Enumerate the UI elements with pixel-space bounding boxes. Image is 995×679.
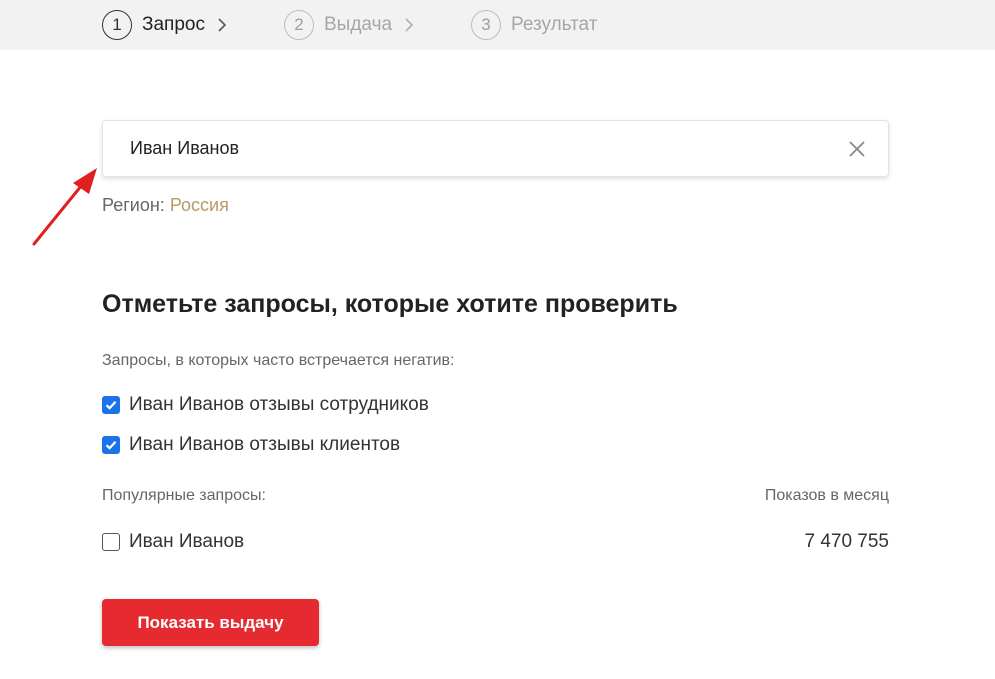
stepper: 1 Запрос 2 Выдача 3 Результат (0, 0, 995, 50)
popular-query-item[interactable]: Иван Иванов (102, 531, 244, 553)
checkbox-unchecked[interactable] (102, 533, 120, 551)
query-label: Иван Иванов (129, 531, 245, 552)
popular-queries-title: Популярные запросы: (102, 487, 266, 504)
page-title: Отметьте запросы, которые хотите провери… (102, 290, 678, 318)
region-label: Регион: (102, 195, 165, 215)
search-box (102, 120, 889, 177)
step-label: Запрос (142, 14, 205, 35)
step-label: Результат (511, 14, 598, 35)
chevron-right-icon (404, 18, 414, 32)
negative-query-item[interactable]: Иван Иванов отзывы клиентов (102, 434, 400, 456)
annotation-arrow-icon (32, 168, 97, 246)
show-results-button[interactable]: Показать выдачу (102, 599, 319, 646)
query-label: Иван Иванов отзывы сотрудников (129, 394, 429, 415)
negative-queries-title: Запросы, в которых часто встречается нег… (102, 352, 455, 369)
step-outcome[interactable]: 3 Результат (471, 9, 597, 41)
step-label: Выдача (324, 14, 393, 35)
step-number: 3 (471, 10, 501, 40)
query-label: Иван Иванов отзывы клиентов (129, 434, 401, 455)
shows-count: 7 470 755 (804, 531, 889, 552)
checkbox-checked[interactable] (102, 396, 120, 414)
region-link[interactable]: Россия (170, 195, 229, 215)
shows-per-month-header: Показов в месяц (764, 487, 889, 504)
step-number: 2 (284, 10, 314, 40)
negative-query-item[interactable]: Иван Иванов отзывы сотрудников (102, 394, 429, 416)
region: Регион: Россия (102, 195, 229, 216)
clear-icon[interactable] (848, 140, 866, 158)
step-request[interactable]: 1 Запрос (102, 9, 227, 41)
search-input[interactable] (130, 121, 830, 176)
chevron-right-icon (217, 18, 227, 32)
step-number: 1 (102, 10, 132, 40)
checkbox-checked[interactable] (102, 436, 120, 454)
step-results-page[interactable]: 2 Выдача (284, 9, 414, 41)
